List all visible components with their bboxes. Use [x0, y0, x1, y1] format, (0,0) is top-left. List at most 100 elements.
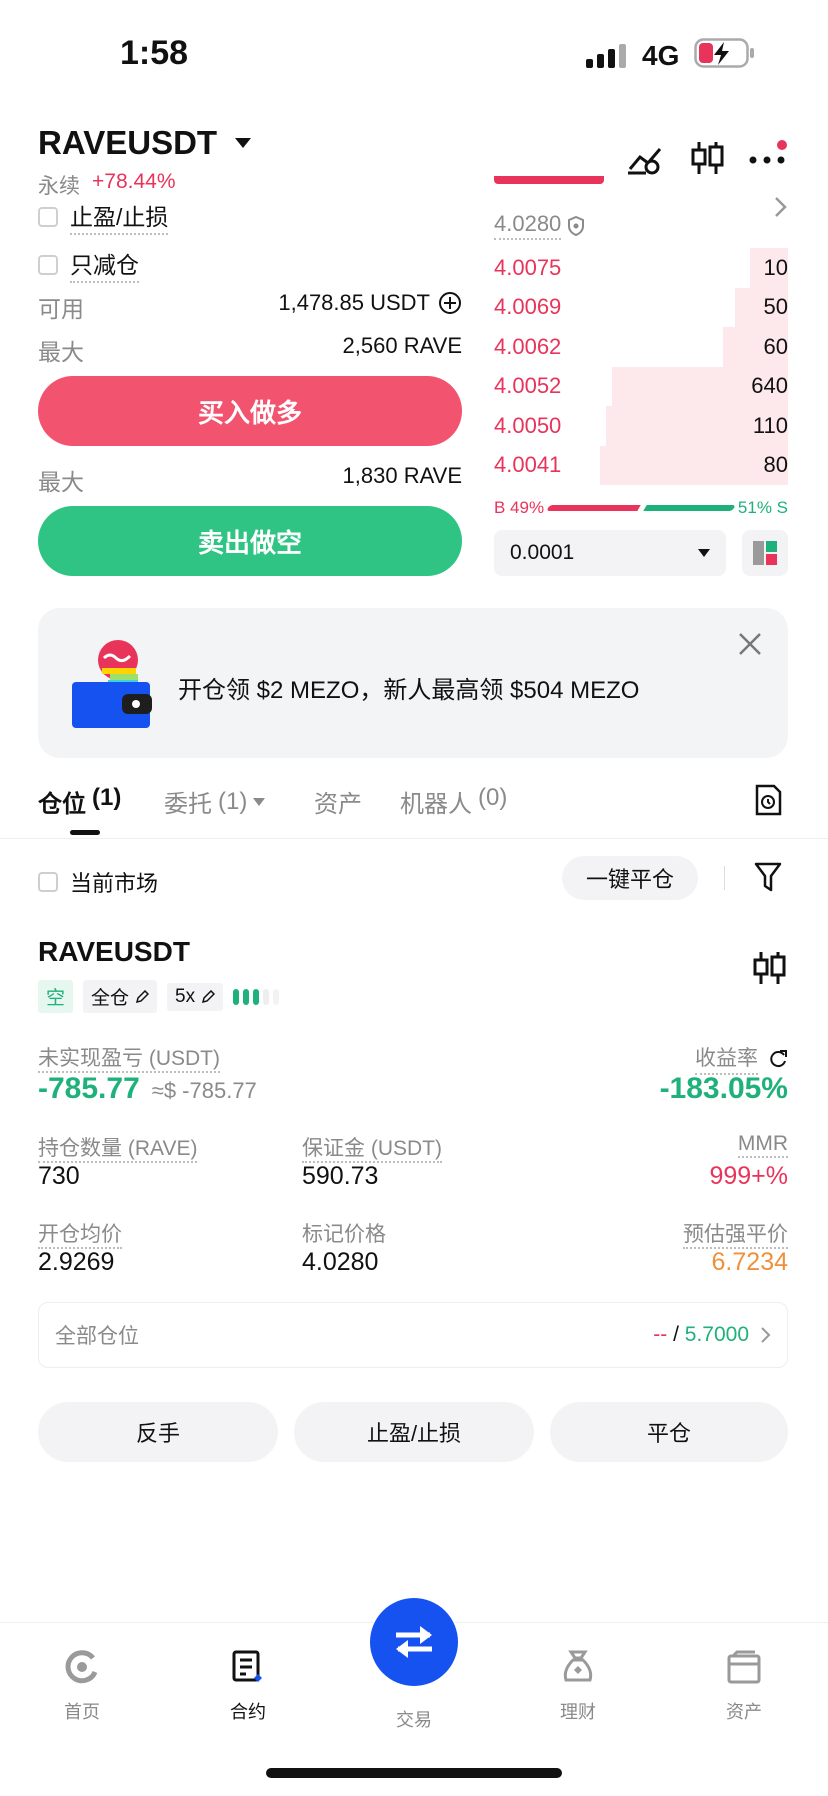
buy-long-label: 买入做多 — [197, 397, 302, 428]
max-buy-label: 最大 — [38, 339, 84, 365]
margin-label-text: 保证金 (USDT) — [302, 1137, 442, 1163]
more-icon[interactable] — [748, 140, 790, 170]
close-position-label: 平仓 — [646, 1421, 691, 1446]
ask-row[interactable]: 4.0052 640 — [494, 366, 788, 406]
nav-home[interactable]: 首页 — [42, 1650, 122, 1724]
home-indicator — [266, 1768, 562, 1778]
roe-label-row[interactable]: 收益率 — [695, 1042, 788, 1075]
tab-count: (1) — [92, 784, 122, 811]
position-symbol[interactable]: RAVEUSDT — [38, 936, 190, 968]
mmr-label: MMR — [737, 1132, 788, 1158]
ask-row[interactable]: 4.0062 60 — [494, 327, 788, 367]
nav-earn[interactable]: 理财 — [538, 1650, 618, 1724]
size-label-text: 持仓数量 (RAVE) — [38, 1137, 198, 1163]
reduce-only-checkbox[interactable]: 只减仓 — [38, 246, 139, 283]
all-positions-right: 5.7000 — [684, 1323, 749, 1346]
sell-short-label: 卖出做空 — [197, 527, 302, 558]
ask-price: 4.0041 — [494, 452, 562, 478]
tick-size-value: 0.0001 — [510, 541, 575, 564]
ask-row[interactable]: 4.0075 10 — [494, 248, 788, 288]
nav-futures[interactable]: 合约 — [208, 1650, 288, 1724]
caret-down-icon — [698, 549, 710, 557]
tab-assets[interactable]: 资产 — [314, 784, 362, 819]
risk-level-icon — [233, 987, 289, 1007]
tp-sl-label: 止盈/止损 — [70, 198, 169, 235]
sell-ratio: 51% S — [737, 498, 788, 517]
all-positions-left: -- — [653, 1323, 668, 1346]
current-market-label: 当前市场 — [70, 871, 159, 896]
wallet-icon — [704, 1650, 784, 1684]
nav-trade[interactable]: 交易 — [368, 1598, 460, 1732]
promo-text: 开仓领 $2 MEZO，新人最高领 $504 MEZO — [178, 677, 640, 704]
tab-underline — [70, 830, 100, 835]
mark-label: 标记价格 — [302, 1218, 386, 1248]
tick-size-select[interactable]: 0.0001 — [494, 530, 726, 576]
nav-label: 首页 — [64, 1702, 100, 1722]
orderbook-mark-row[interactable]: 4.0280 — [494, 211, 585, 240]
promo-illustration — [72, 638, 162, 728]
orderbook-layout-icon[interactable] — [742, 530, 788, 576]
ratio-bar: B 49% 51% S — [494, 496, 788, 520]
edit-icon — [201, 989, 216, 1004]
filter-icon[interactable] — [754, 862, 782, 892]
ask-price: 4.0050 — [494, 412, 562, 438]
ask-price: 4.0069 — [494, 294, 562, 320]
position-chart-icon[interactable] — [752, 950, 786, 986]
candlestick-icon[interactable] — [690, 140, 724, 176]
checkbox — [38, 254, 58, 275]
position-tags: 空 全仓 5x — [38, 980, 289, 1013]
close-icon[interactable] — [738, 632, 762, 656]
history-icon[interactable] — [754, 784, 782, 816]
ask-qty: 10 — [763, 254, 788, 280]
ratio-track — [546, 505, 736, 511]
sell-short-button[interactable]: 卖出做空 — [38, 506, 462, 576]
tab-positions[interactable]: 仓位 (1) — [38, 784, 121, 819]
ask-price: 4.0062 — [494, 333, 562, 359]
unrealized-values: -785.77 ≈$ -785.77 — [38, 1072, 257, 1106]
mmr-label-text: MMR — [737, 1132, 788, 1158]
size-label: 持仓数量 (RAVE) — [38, 1132, 198, 1163]
reverse-label: 反手 — [135, 1421, 180, 1446]
buy-long-button[interactable]: 买入做多 — [38, 376, 462, 446]
shield-icon — [567, 215, 585, 236]
tab-orders[interactable]: 委托 (1) — [164, 784, 266, 819]
side-tag: 空 — [38, 980, 74, 1013]
close-all-button[interactable]: 一键平仓 — [562, 856, 698, 900]
chevron-right-icon[interactable] — [774, 196, 788, 218]
unrealized-label: 未实现盈亏 (USDT) — [38, 1042, 220, 1073]
ratio-buy-fill — [546, 505, 641, 511]
margin-label: 保证金 (USDT) — [302, 1132, 442, 1163]
entry-label: 开仓均价 — [38, 1218, 122, 1249]
checkbox — [38, 206, 58, 227]
swap-icon — [370, 1598, 458, 1686]
ask-row[interactable]: 4.0050 110 — [494, 406, 788, 446]
ask-row[interactable]: 4.0041 80 — [494, 445, 788, 485]
all-positions-value: -- / 5.7000 — [653, 1323, 771, 1347]
entry-value: 2.9269 — [38, 1248, 115, 1276]
current-market-checkbox[interactable]: 当前市场 — [38, 866, 158, 898]
unrealized-value: -785.77 — [38, 1072, 140, 1105]
nav-assets[interactable]: 资产 — [704, 1650, 784, 1724]
tp-sl-button[interactable]: 止盈/止损 — [294, 1402, 534, 1462]
network-label: 4G — [642, 40, 680, 71]
add-funds-icon[interactable] — [438, 291, 462, 315]
tp-sl-checkbox[interactable]: 止盈/止损 — [38, 198, 169, 235]
edit-icon — [135, 989, 150, 1004]
reduce-only-label: 只减仓 — [70, 246, 139, 283]
tab-bots[interactable]: 机器人 (0) — [400, 784, 507, 819]
close-position-button[interactable]: 平仓 — [550, 1402, 788, 1462]
futures-icon — [208, 1650, 288, 1684]
promo-banner[interactable]: 开仓领 $2 MEZO，新人最高领 $504 MEZO — [38, 608, 788, 758]
chart-settings-icon[interactable] — [628, 143, 664, 175]
reverse-button[interactable]: 反手 — [38, 1402, 278, 1462]
home-icon — [42, 1650, 122, 1684]
nav-label: 合约 — [230, 1702, 266, 1722]
pair-selector[interactable]: RAVEUSDT — [38, 124, 252, 162]
chevron-down-icon — [235, 138, 252, 148]
mmr-value: 999+% — [709, 1162, 788, 1190]
price-change: +78.44% — [92, 170, 176, 193]
ask-row[interactable]: 4.0069 50 — [494, 287, 788, 327]
leverage-tag[interactable]: 5x — [167, 982, 224, 1011]
margin-mode-tag[interactable]: 全仓 — [83, 980, 158, 1013]
all-positions-row[interactable]: 全部仓位 -- / 5.7000 — [38, 1302, 788, 1368]
